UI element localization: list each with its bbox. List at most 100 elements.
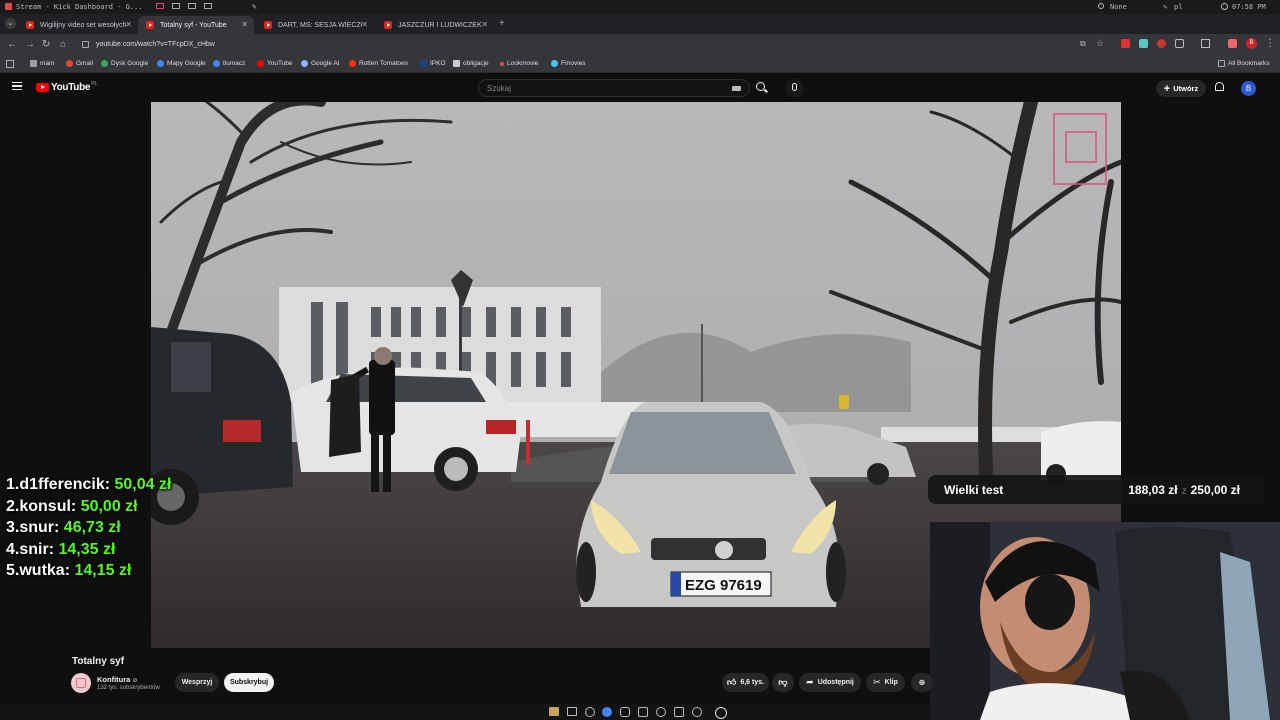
extension-icon[interactable] [1157, 39, 1166, 48]
share-arrow-icon: ➦ [806, 677, 814, 687]
menu-kebab-icon[interactable]: ⋮ [1265, 38, 1275, 50]
youtube-favicon-icon [264, 21, 272, 29]
extension-icon[interactable] [1121, 39, 1130, 48]
close-tab-icon[interactable]: ✕ [241, 20, 248, 29]
forward-arrow-icon[interactable]: → [25, 39, 35, 51]
subscribe-button[interactable]: Subskrybuj [224, 673, 274, 692]
leaderboard-row: 3.snur: 46,73 zł [6, 517, 171, 539]
support-button[interactable]: Wesprzyj [175, 673, 219, 692]
account-avatar[interactable]: B [1241, 81, 1256, 96]
verified-check-icon: ⊘ [132, 678, 138, 684]
bookmark-rotten-tomatoes[interactable]: Rotten Tomatoes [349, 60, 408, 67]
keyboard-icon[interactable] [732, 86, 741, 91]
thanks-button[interactable]: ⊕ [911, 673, 933, 692]
channel-avatar[interactable] [71, 673, 91, 693]
bookmark-gmail[interactable]: Gmail [66, 60, 93, 67]
bookmark-main[interactable]: main [30, 60, 54, 67]
thumbs-down-icon: 👎︎ [778, 677, 788, 687]
monitor-icon[interactable] [204, 3, 212, 9]
youtube-header: YouTube PL Szukaj + Utwórz B [0, 74, 1280, 102]
discord-icon[interactable] [620, 707, 630, 717]
bookmark-star-icon[interactable]: ☆ [1096, 38, 1104, 49]
bookmark-label: main [40, 60, 55, 67]
tab-1[interactable]: Wigilijny video set wesołych ✕ [18, 16, 138, 34]
tab-label: JASZCZUR I LUDWICZEK O [398, 21, 482, 29]
os-top-bar: Stream - Kick Dashboard - G... ✎ None ✎ … [0, 0, 1280, 14]
bookmark-label: tlumacz [223, 60, 246, 67]
tomato-icon [349, 60, 356, 67]
extension-icon[interactable] [1139, 39, 1148, 48]
leaderboard-amount: 14,35 zł [58, 540, 116, 558]
notifications-bell-icon[interactable] [1215, 82, 1224, 91]
files-folder-icon[interactable] [549, 707, 559, 716]
monitor-icon[interactable] [156, 3, 164, 9]
app-launcher-icon[interactable] [715, 707, 727, 719]
create-button[interactable]: + Utwórz [1156, 80, 1206, 97]
tab-label: Wigilijny video set wesołych [40, 21, 127, 29]
bookmark-translate[interactable]: tlumacz [213, 60, 245, 67]
shield-icon[interactable] [674, 707, 684, 717]
bookmark-label: IPKO [430, 60, 446, 67]
youtube-logo[interactable]: YouTube PL [36, 81, 97, 93]
all-bookmarks[interactable]: All Bookmarks [1218, 60, 1270, 67]
install-app-icon[interactable]: ⧉ [1080, 39, 1086, 49]
maps-icon [157, 60, 164, 67]
hamburger-menu-icon[interactable] [12, 82, 22, 90]
all-bookmarks-label: All Bookmarks [1228, 60, 1270, 67]
bookmark-ipko[interactable]: IPKO [420, 60, 446, 67]
site-info-icon[interactable] [82, 41, 89, 48]
bookmark-youtube[interactable]: YouTube [257, 60, 293, 67]
bookmark-obligacje[interactable]: obligacje [453, 60, 489, 67]
side-panel-icon[interactable] [1201, 39, 1210, 48]
bookmark-fmovies[interactable]: Fmovies [551, 60, 586, 67]
leaderboard-rank: 4. [6, 540, 20, 558]
extensions-puzzle-icon[interactable] [1175, 39, 1184, 48]
bookmarks-bar: main Gmail Dysk Google Mapy Google tluma… [0, 56, 1280, 73]
close-tab-icon[interactable]: ✕ [125, 20, 132, 29]
tab-4[interactable]: JASZCZUR I LUDWICZEK O ✕ [376, 16, 494, 34]
close-tab-icon[interactable]: ✕ [481, 20, 488, 29]
reload-icon[interactable]: ↻ [42, 39, 50, 51]
chrome-icon[interactable] [602, 707, 612, 717]
leaderboard-row: 5.wutka: 14,15 zł [6, 560, 171, 582]
like-button[interactable]: 👍︎ 6,6 tys. [722, 673, 769, 692]
bookmark-drive[interactable]: Dysk Google [101, 60, 148, 67]
browser-toolbar: ← → ↻ ⌂ youtube.com/watch?v=TFcpDX_cHbw … [0, 34, 1280, 56]
bookmark-label: Gmail [76, 60, 93, 67]
new-tab-icon[interactable]: + [499, 18, 505, 29]
clip-button[interactable]: ✂ Klip [866, 673, 905, 692]
tab-3[interactable]: DART, MŚ: SESJA WIECZORNA ✕ [256, 16, 374, 34]
voice-search-button[interactable] [785, 79, 804, 98]
monitor-icon[interactable] [188, 3, 196, 9]
monitor-icon[interactable] [172, 3, 180, 9]
apps-grid-icon[interactable] [6, 60, 14, 68]
tab-search-icon[interactable]: ⌄ [5, 18, 16, 29]
camera-icon[interactable] [656, 707, 666, 717]
donation-goal-bar: Wielki test 188,03 zł z 250,00 zł [928, 475, 1264, 504]
scissors-icon: ✂ [873, 677, 881, 687]
bookmark-lookmovie[interactable]: Lookmovie [500, 60, 538, 67]
channel-name[interactable]: Konfitura ⊘ [97, 675, 137, 684]
home-icon[interactable]: ⌂ [60, 39, 66, 51]
back-arrow-icon[interactable]: ← [7, 39, 17, 51]
address-bar[interactable]: youtube.com/watch?v=TFcpDX_cHbw ⧉ ☆ [76, 37, 1104, 53]
window-title: Stream - Kick Dashboard - G... [16, 3, 143, 11]
bookmark-maps[interactable]: Mapy Google [157, 60, 206, 67]
bookmark-google-ai[interactable]: Google AI [301, 60, 340, 67]
terminal-icon[interactable] [567, 707, 577, 716]
close-tab-icon[interactable]: ✕ [361, 20, 368, 29]
extension-icon[interactable] [1228, 39, 1237, 48]
bookmark-label: Mapy Google [167, 60, 206, 67]
obs-icon[interactable] [692, 707, 702, 717]
dislike-button[interactable]: 👎︎ [772, 673, 794, 692]
steam-icon[interactable] [638, 707, 648, 717]
share-button[interactable]: ➦ Udostępnij [799, 673, 861, 692]
tab-2-active[interactable]: Totalny syf - YouTube ✕ [138, 16, 254, 34]
profile-avatar[interactable]: B [1246, 38, 1257, 49]
leaderboard-name: d1fferencik: [19, 476, 111, 493]
leaderboard-amount: 14,15 zł [74, 562, 132, 579]
folder-icon [30, 60, 37, 67]
search-input[interactable]: Szukaj [478, 79, 750, 97]
spotify-icon[interactable] [585, 707, 595, 717]
bookmark-label: Rotten Tomatoes [359, 60, 409, 67]
